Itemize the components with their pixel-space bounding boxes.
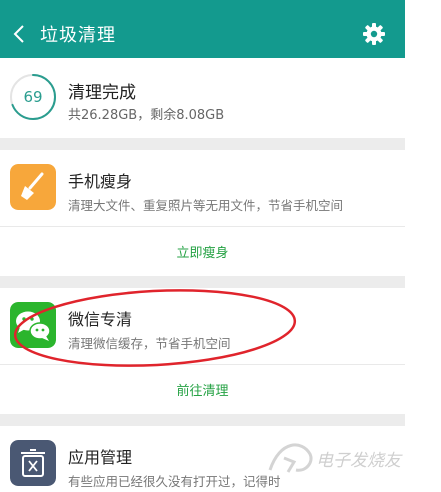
shovel-icon (10, 164, 56, 210)
page-margin (405, 0, 441, 492)
summary-title: 清理完成 (68, 83, 136, 103)
garbage-clean-screen: 垃圾清理 69 清理完成 共26.28GB，剩余8.08GB 手机瘦身 清理大文… (0, 0, 405, 492)
card-description: 清理大文件、重复照片等无用文件，节省手机空间 (68, 198, 344, 213)
score-value: 69 (23, 88, 43, 106)
slim-now-button[interactable]: 立即瘦身 (0, 242, 405, 261)
storage-detail: 共26.28GB，剩余8.08GB (68, 108, 225, 123)
app-header: 垃圾清理 (0, 10, 405, 58)
status-bar (0, 0, 405, 10)
clean-summary: 69 清理完成 共26.28GB，剩余8.08GB (0, 58, 405, 138)
card-description: 有些应用已经很久没有打开过，记得时 (68, 474, 281, 489)
highlight-ellipse (13, 289, 297, 367)
card-divider (0, 226, 405, 227)
section-divider (0, 414, 405, 426)
card-title: 应用管理 (68, 448, 133, 467)
page-title: 垃圾清理 (40, 25, 116, 46)
app-trash-icon (10, 440, 56, 486)
section-divider (0, 138, 405, 150)
watermark-text: 电子发烧友 (316, 451, 401, 471)
go-clean-button[interactable]: 前往清理 (0, 380, 405, 399)
gear-icon[interactable] (362, 22, 386, 46)
chevron-left-icon[interactable] (10, 22, 30, 46)
phone-slim-card[interactable]: 手机瘦身 清理大文件、重复照片等无用文件，节省手机空间 立即瘦身 (0, 150, 405, 276)
card-title: 手机瘦身 (68, 172, 133, 191)
